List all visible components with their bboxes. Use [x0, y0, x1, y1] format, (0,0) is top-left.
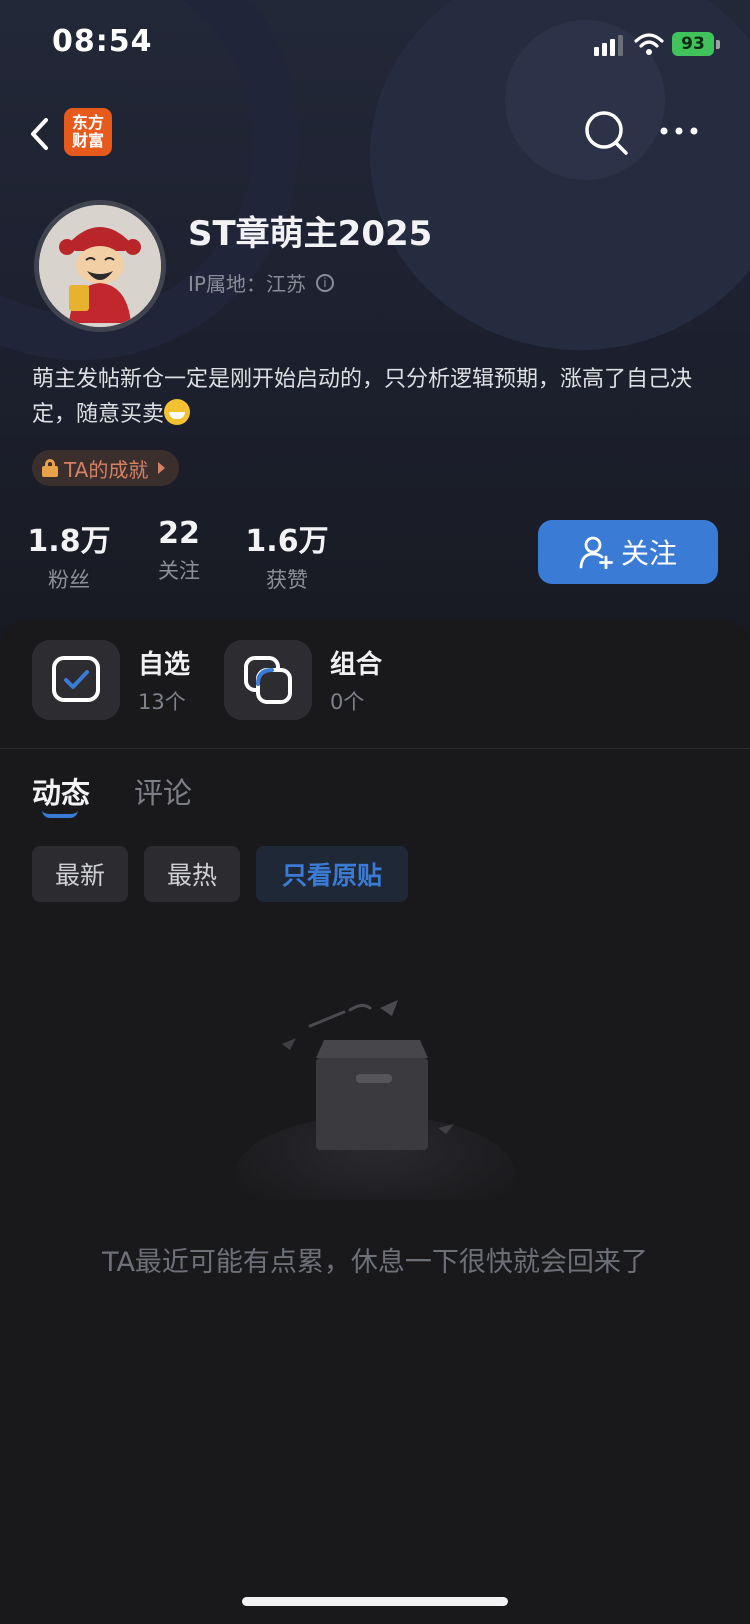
- grin-emoji-icon: [164, 399, 191, 425]
- divider: [0, 748, 750, 749]
- cellular-signal-icon: [594, 35, 623, 56]
- shortcut-title: 组合: [330, 650, 383, 680]
- back-button[interactable]: [24, 112, 60, 156]
- empty-box-illustration: [235, 1000, 515, 1200]
- more-options-icon[interactable]: [656, 116, 702, 146]
- battery-level: 93: [672, 32, 714, 56]
- follow-button[interactable]: 关注: [538, 520, 718, 584]
- filter-original-only[interactable]: 只看原贴: [256, 846, 408, 902]
- battery-tip: [716, 40, 720, 49]
- top-nav: 东方 财富: [0, 100, 750, 166]
- home-indicator[interactable]: [242, 1597, 508, 1606]
- avatar[interactable]: [34, 200, 166, 332]
- content-panel: 自选 13个 组合 0个 动态 评论 最新 最热 只看原贴 TA最近可能有点累，…: [0, 620, 750, 1624]
- achievement-label: TA的成就: [64, 457, 149, 482]
- brand-logo[interactable]: 东方 财富: [64, 108, 112, 156]
- checkbox-icon: [52, 656, 100, 702]
- bio-text: 萌主发帖新仓一定是刚开始启动的，只分析逻辑预期，涨高了自己决定，随意买卖: [32, 367, 693, 427]
- search-icon[interactable]: [582, 106, 630, 158]
- add-user-icon: [579, 536, 613, 569]
- chevron-right-icon: [158, 462, 166, 474]
- stat-label: 关注: [158, 559, 200, 583]
- wifi-icon: [634, 33, 664, 55]
- stat-label: 粉丝: [48, 568, 90, 592]
- status-bar: 08:54 93: [0, 0, 750, 90]
- shortcut-count: 0个: [330, 690, 365, 714]
- shortcut-title: 自选: [138, 650, 191, 680]
- shortcut-watchlist[interactable]: 自选 13个: [32, 640, 202, 720]
- stat-value: 1.8万: [27, 524, 111, 559]
- stat-value: 22: [158, 516, 200, 551]
- lock-icon: [42, 459, 58, 477]
- ip-location: IP属地：江苏: [188, 272, 306, 296]
- stat-following[interactable]: 22 关注: [124, 516, 234, 585]
- achievement-badge[interactable]: TA的成就: [32, 450, 180, 486]
- stat-followers[interactable]: 1.8万 粉丝: [14, 516, 124, 594]
- stat-likes[interactable]: 1.6万 获赞: [232, 516, 342, 594]
- shortcut-count: 13个: [138, 690, 186, 714]
- status-time: 08:54: [52, 24, 153, 59]
- filter-latest[interactable]: 最新: [32, 846, 128, 902]
- user-bio: 萌主发帖新仓一定是刚开始启动的，只分析逻辑预期，涨高了自己决定，随意买卖: [32, 362, 722, 432]
- active-tab-indicator: [42, 810, 78, 818]
- info-icon[interactable]: i: [315, 273, 334, 292]
- avatar-image: [39, 205, 161, 327]
- shortcut-portfolio[interactable]: 组合 0个: [224, 640, 394, 720]
- stat-value: 1.6万: [245, 524, 329, 559]
- brand-logo-line1: 东方: [71, 113, 104, 132]
- follow-button-label: 关注: [620, 537, 677, 570]
- overlapping-squares-icon: [244, 656, 292, 704]
- user-name: ST章萌主2025: [188, 214, 433, 254]
- filter-hottest[interactable]: 最热: [144, 846, 240, 902]
- tab-comments[interactable]: 评论: [134, 770, 192, 812]
- watchlist-icon: [32, 640, 120, 720]
- ip-location-row: IP属地：江苏 i: [188, 268, 334, 297]
- empty-state-message: TA最近可能有点累，休息一下很快就会回来了: [102, 1247, 648, 1278]
- brand-logo-line2: 财富: [71, 131, 104, 150]
- portfolio-icon: [224, 640, 312, 720]
- stat-label: 获赞: [266, 568, 308, 592]
- tab-posts[interactable]: 动态: [32, 770, 90, 812]
